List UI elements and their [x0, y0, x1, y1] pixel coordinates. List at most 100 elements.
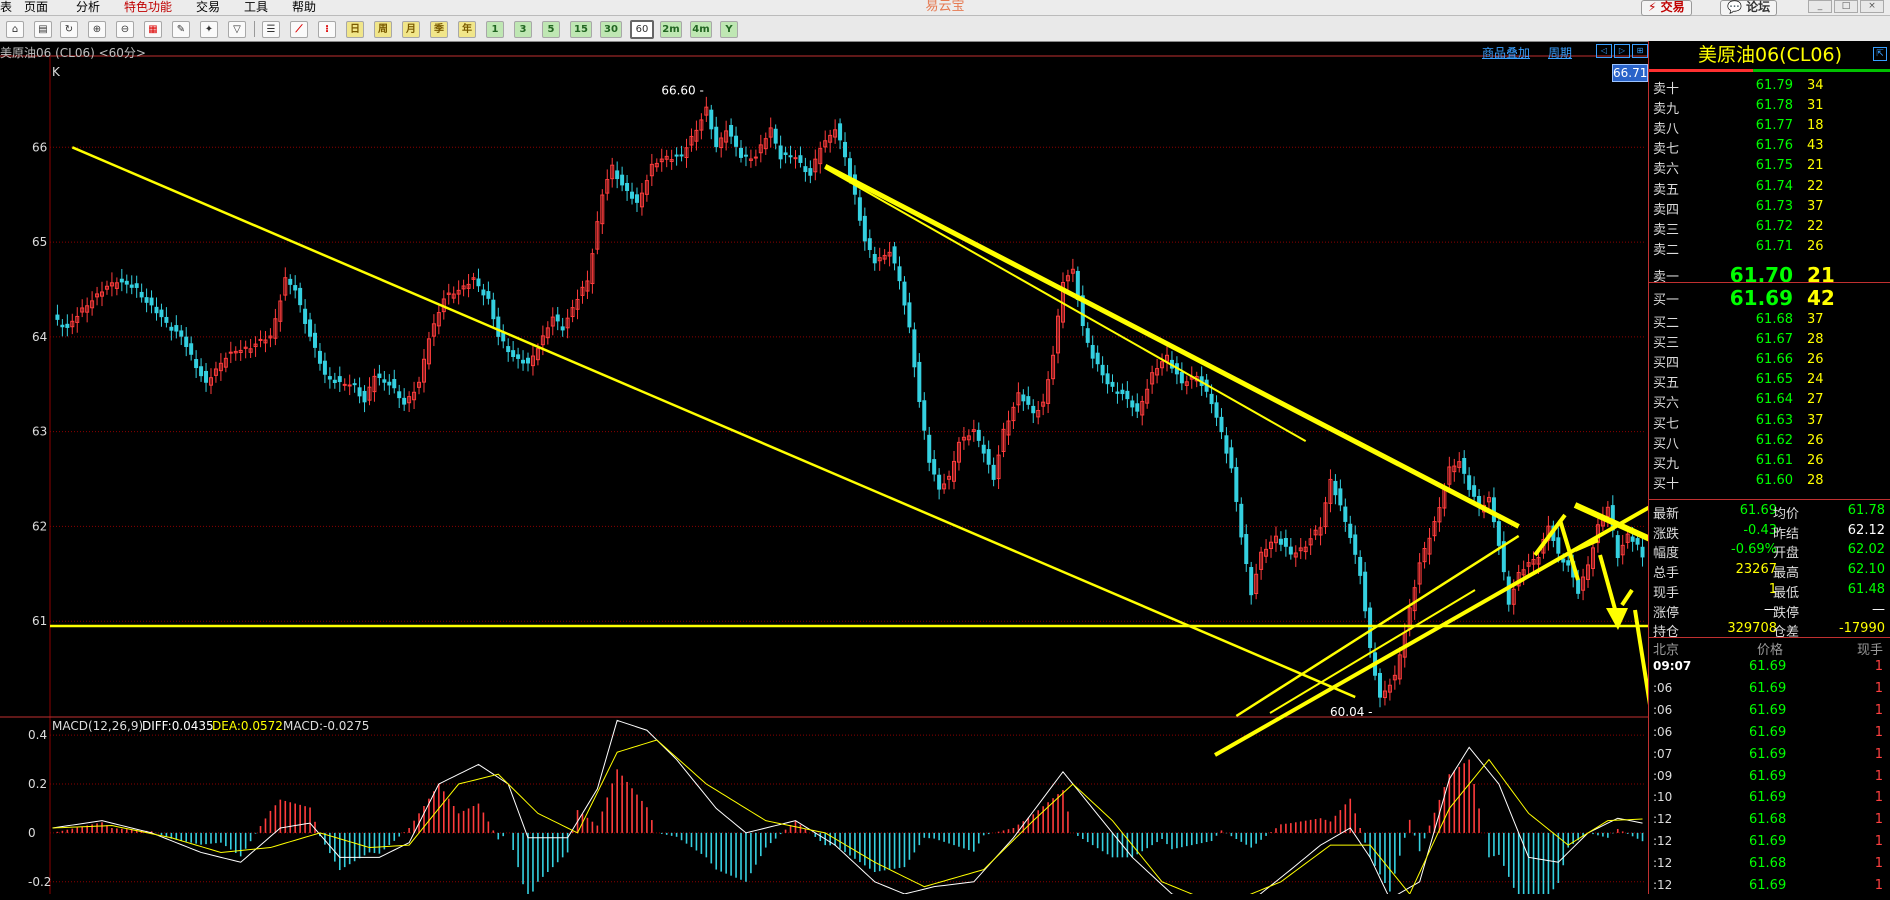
period-link[interactable]: 周期	[1548, 44, 1572, 61]
candle-body	[159, 309, 164, 318]
candle-body	[149, 297, 154, 306]
forum-button-label: 论坛	[1746, 0, 1771, 14]
tick-time: :07	[1653, 746, 1673, 761]
candle-body	[481, 289, 486, 296]
ask-volume: 43	[1807, 138, 1824, 154]
ticks-header-price: 价格	[1757, 643, 1784, 658]
tick-row: :10 61.69 1	[1649, 790, 1890, 812]
price-tick-label: 64	[32, 330, 47, 344]
candle-body	[1239, 503, 1244, 538]
candle-body	[1615, 535, 1620, 559]
ask-row[interactable]: 卖七 61.76 43	[1649, 138, 1890, 158]
scroll-right-icon[interactable]: ▷	[1614, 44, 1630, 58]
bid-row[interactable]: 买七 61.63 37	[1649, 413, 1890, 433]
kline-chart[interactable]: 66 65 64 63 62 61 0.4 0.2 0 -0.2 66.60 - 60.04 - MAC…	[0, 0, 1648, 894]
tick-volume: 1	[1874, 790, 1883, 806]
bid-row[interactable]: 买二 61.68 37	[1649, 312, 1890, 332]
ask-row[interactable]: 卖八 61.77 18	[1649, 118, 1890, 138]
price-tick-label: 62	[32, 519, 47, 533]
stats-divider-bottom	[1649, 637, 1890, 638]
candle-body	[1179, 371, 1184, 384]
candle-body	[119, 278, 124, 283]
ask-row[interactable]: 卖二 61.71 26	[1649, 239, 1890, 259]
stat-value: -0.43	[1743, 522, 1777, 538]
price-tick-label: 65	[32, 235, 47, 249]
candle-body	[788, 155, 793, 158]
ask-volume: 34	[1807, 78, 1824, 93]
panel-red-bar	[1649, 69, 1753, 72]
close-icon[interactable]: ×	[1860, 0, 1884, 13]
bid-row[interactable]: 买三 61.67 28	[1649, 332, 1890, 352]
tick-volume: 1	[1874, 746, 1883, 762]
candle-body	[808, 168, 813, 176]
candle-body	[204, 370, 209, 383]
stat-label: 幅度	[1653, 546, 1680, 562]
ask-row[interactable]: 卖九 61.78 31	[1649, 98, 1890, 118]
bid-row[interactable]: 买一 61.69 42	[1649, 286, 1890, 310]
minimize-icon[interactable]: _	[1808, 0, 1832, 13]
trade-button[interactable]: ⚡ 交易	[1641, 0, 1692, 16]
tick-price: 61.68	[1749, 856, 1787, 872]
stat-value: 62.10	[1847, 562, 1885, 578]
candle-body	[1556, 537, 1561, 554]
tick-price: 61.69	[1749, 790, 1787, 806]
scroll-left-icon[interactable]: ◁	[1596, 44, 1612, 58]
candle-body	[857, 197, 862, 221]
ask-row[interactable]: 卖四 61.73 37	[1649, 199, 1890, 219]
candle-body	[709, 109, 714, 130]
stat-value: 62.12	[1847, 522, 1885, 538]
macd-tick-label: 0	[28, 826, 36, 840]
candle-body	[293, 285, 298, 291]
forum-button[interactable]: 💬 论坛	[1720, 0, 1778, 16]
book-divider	[1649, 282, 1890, 283]
candle-body	[773, 128, 778, 144]
candle-body	[303, 308, 308, 324]
bid-volume: 28	[1807, 332, 1824, 348]
stat-value: —	[1872, 601, 1885, 617]
bid-row[interactable]: 买九 61.61 26	[1649, 453, 1890, 473]
candle-body	[308, 319, 313, 337]
bid-row[interactable]: 买四 61.66 26	[1649, 352, 1890, 372]
bid-label: 买八	[1653, 436, 1680, 452]
candle-body	[1278, 538, 1283, 545]
candle-body	[838, 123, 843, 141]
ask-row[interactable]: 卖一 61.70 21	[1649, 263, 1890, 287]
bid-row[interactable]: 买十 61.60 28	[1649, 473, 1890, 493]
bid-row[interactable]: 买五 61.65 24	[1649, 372, 1890, 392]
candle-body	[174, 325, 179, 332]
candle-body	[1506, 576, 1511, 605]
candle-body	[288, 278, 293, 285]
candle-body	[129, 284, 134, 288]
panel-title: 美原油06(CL06)	[1697, 44, 1843, 66]
ask-row[interactable]: 卖十 61.79 34	[1649, 78, 1890, 98]
candle-body	[1115, 391, 1120, 394]
tick-volume: 1	[1874, 659, 1883, 674]
candle-body	[1338, 488, 1343, 506]
maximize-icon[interactable]: □	[1834, 0, 1858, 13]
ask-row[interactable]: 卖三 61.72 22	[1649, 219, 1890, 239]
fullscreen-icon[interactable]: ⊞	[1632, 44, 1648, 58]
candle-body	[60, 324, 65, 328]
candle-body	[521, 359, 526, 364]
bid-row[interactable]: 买八 61.62 26	[1649, 433, 1890, 453]
bid-volume: 37	[1807, 312, 1824, 327]
candle-body	[1635, 538, 1640, 545]
ask-label: 卖四	[1653, 202, 1680, 218]
tick-volume: 1	[1874, 768, 1883, 784]
overlay-link[interactable]: 商品叠加	[1482, 44, 1530, 61]
bid-row[interactable]: 买六 61.64 27	[1649, 392, 1890, 412]
candle-body	[65, 323, 70, 328]
candle-body	[1026, 396, 1031, 405]
candle-body	[1135, 403, 1140, 412]
tick-time: 09:07	[1653, 659, 1692, 673]
candle-body	[1110, 381, 1115, 387]
ask-volume: 18	[1807, 118, 1824, 134]
tick-time: :12	[1653, 834, 1673, 849]
candle-body	[1358, 556, 1363, 576]
panel-expand-icon[interactable]: ⇱	[1873, 47, 1887, 61]
candle-body	[322, 360, 327, 375]
low-price-label: 60.04 -	[1330, 705, 1373, 719]
bid-label: 买九	[1653, 456, 1680, 472]
ask-row[interactable]: 卖六 61.75 21	[1649, 158, 1890, 178]
ask-row[interactable]: 卖五 61.74 22	[1649, 179, 1890, 199]
